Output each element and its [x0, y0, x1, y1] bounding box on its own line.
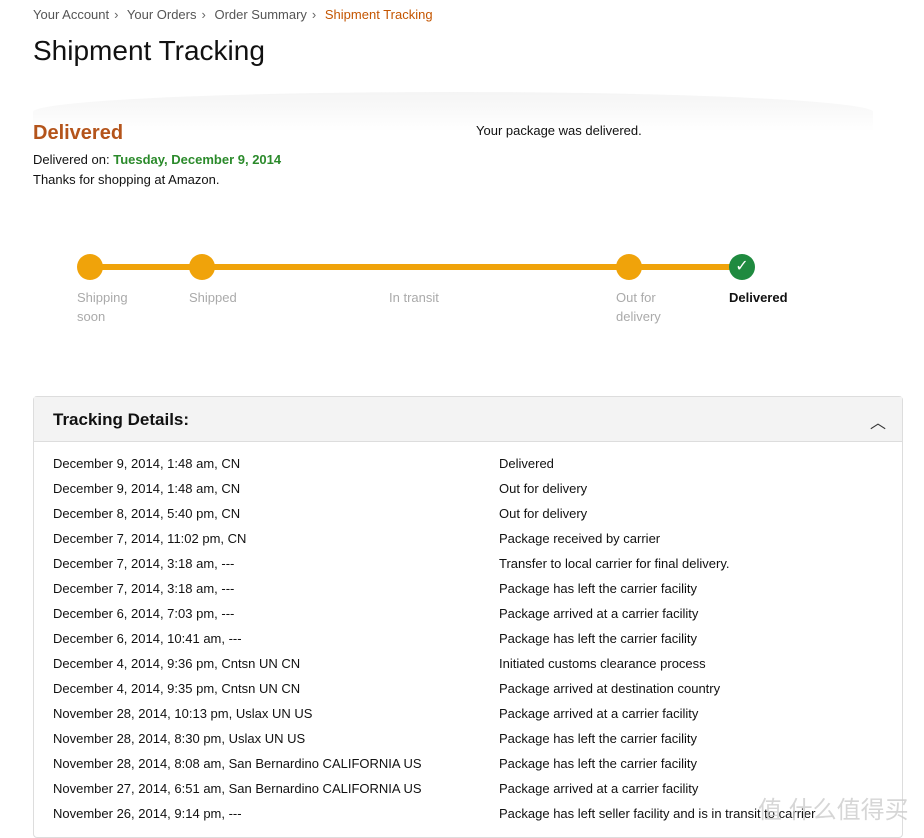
delivered-date: Tuesday, December 9, 2014 — [113, 152, 282, 167]
event-time-location: December 8, 2014, 5:40 pm, CN — [53, 506, 241, 521]
event-description: Package has left the carrier facility — [499, 581, 697, 596]
event-time-location: December 6, 2014, 7:03 pm, --- — [53, 606, 235, 621]
tracking-details-title: Tracking Details: — [53, 410, 190, 429]
status-message: Your package was delivered. — [476, 123, 642, 138]
breadcrumb: Your Account › Your Orders › Order Summary… — [33, 7, 433, 22]
breadcrumb-your-orders[interactable]: Your Orders — [127, 7, 197, 22]
event-description: Out for delivery — [499, 506, 588, 521]
table-row: December 7, 2014, 3:18 am, --- Transfer t… — [34, 556, 902, 581]
event-time-location: November 28, 2014, 8:08 am, San Bernardi… — [53, 756, 422, 771]
event-description: Package has left the carrier facility — [499, 631, 697, 646]
check-icon: ✓ — [729, 254, 755, 280]
event-time-location: December 4, 2014, 9:35 pm, Cntsn UN CN — [53, 681, 301, 696]
event-time-location: December 9, 2014, 1:48 am, CN — [53, 456, 241, 471]
progress-step-label: Shipped — [189, 290, 237, 305]
progress-step-label: Out for delivery — [616, 290, 661, 324]
table-row: December 6, 2014, 10:41 am, --- Package h… — [34, 631, 902, 656]
delivered-on: Delivered on: Tuesday, December 9, 2014 — [33, 152, 281, 167]
event-description: Package received by carrier — [499, 531, 661, 546]
tracking-rows: December 9, 2014, 1:48 am, CN Delivered De… — [34, 442, 902, 831]
event-description: Package has left the carrier facility — [499, 756, 697, 771]
progress-step-label: Delivered — [729, 290, 788, 305]
event-description: Transfer to local carrier for final deli… — [499, 556, 730, 571]
table-row: December 7, 2014, 3:18 am, --- Package ha… — [34, 581, 902, 606]
table-row: November 28, 2014, 8:30 pm, Uslax UN US P… — [34, 731, 902, 756]
table-row: November 28, 2014, 10:13 pm, Uslax UN US… — [34, 706, 902, 731]
progress-dot — [616, 254, 642, 280]
watermark-logo: 值 什么值得买 — [758, 797, 909, 824]
progress-step-label: Shipping soon — [77, 290, 128, 324]
event-description: Delivered — [499, 456, 554, 471]
progress-dot — [77, 254, 103, 280]
event-description: Package has left the carrier facility — [499, 731, 697, 746]
event-description: Package arrived at a carrier facility — [499, 706, 699, 721]
event-description: Package arrived at destination country — [499, 681, 721, 696]
event-time-location: December 7, 2014, 3:18 am, --- — [53, 556, 235, 571]
event-time-location: December 7, 2014, 3:18 am, --- — [53, 581, 235, 596]
event-time-location: November 28, 2014, 10:13 pm, Uslax UN US — [53, 706, 313, 721]
divider — [33, 92, 873, 132]
table-row: December 8, 2014, 5:40 pm, CN Out for del… — [34, 506, 902, 531]
event-time-location: December 6, 2014, 10:41 am, --- — [53, 631, 242, 646]
table-row: December 9, 2014, 1:48 am, CN Out for del… — [34, 481, 902, 506]
delivered-on-label: Delivered on: — [33, 152, 110, 167]
breadcrumb-current: Shipment Tracking — [324, 7, 433, 22]
tracking-details-panel: Tracking Details: ︿ December 9, 2014, 1:4… — [33, 396, 903, 838]
breadcrumb-order-summary[interactable]: Order Summary — [214, 7, 306, 22]
table-row: December 9, 2014, 1:48 am, CN Delivered — [34, 456, 902, 481]
breadcrumb-your-account[interactable]: Your Account — [33, 7, 109, 22]
chevron-up-icon[interactable]: ︿ — [870, 409, 886, 433]
event-description: Initiated customs clearance process — [499, 656, 706, 671]
page-title: Shipment Tracking — [33, 35, 265, 66]
table-row: December 4, 2014, 9:35 pm, Cntsn UN CN Pa… — [34, 681, 902, 706]
event-description: Package arrived at a carrier facility — [499, 606, 699, 621]
progress-step-label: In transit — [389, 290, 439, 305]
event-description: Out for delivery — [499, 481, 588, 496]
event-time-location: December 9, 2014, 1:48 am, CN — [53, 481, 241, 496]
table-row: December 6, 2014, 7:03 pm, --- Package ar… — [34, 606, 902, 631]
event-time-location: November 27, 2014, 6:51 am, San Bernardi… — [53, 781, 422, 796]
table-row: December 4, 2014, 9:36 pm, Cntsn UN CN In… — [34, 656, 902, 681]
tracking-details-header[interactable]: Tracking Details: ︿ — [34, 397, 902, 442]
event-time-location: November 26, 2014, 9:14 pm, --- — [53, 806, 242, 821]
event-time-location: December 4, 2014, 9:36 pm, Cntsn UN CN — [53, 656, 301, 671]
event-description: Package arrived at a carrier facility — [499, 781, 699, 796]
event-time-location: November 28, 2014, 8:30 pm, Uslax UN US — [53, 731, 306, 746]
progress-line — [90, 264, 742, 270]
thanks-text: Thanks for shopping at Amazon. — [33, 172, 220, 187]
event-time-location: December 7, 2014, 11:02 pm, CN — [53, 531, 247, 546]
status-heading: Delivered — [33, 122, 124, 144]
table-row: December 7, 2014, 11:02 pm, CN Package re… — [34, 531, 902, 556]
progress-dot — [189, 254, 215, 280]
table-row: November 28, 2014, 8:08 am, San Bernardi… — [34, 756, 902, 781]
